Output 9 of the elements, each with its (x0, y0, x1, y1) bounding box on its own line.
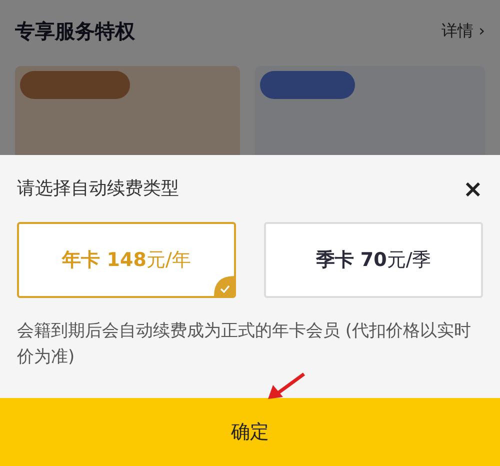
renewal-note: 会籍到期后会自动续费成为正式的年卡会员 (代扣价格以实时价为准) (17, 320, 472, 369)
section-title: 专享服务特权 (15, 18, 135, 45)
close-button[interactable]: × (462, 176, 483, 200)
details-link[interactable]: 详情 › (442, 19, 485, 43)
plan-option[interactable]: 季卡 70元/季 (264, 222, 483, 298)
confirm-button[interactable]: 确定 (0, 398, 500, 466)
check-corner-icon (214, 276, 234, 296)
arrow-icon (266, 372, 306, 400)
sheet-title: 请选择自动续费类型 (17, 177, 179, 201)
